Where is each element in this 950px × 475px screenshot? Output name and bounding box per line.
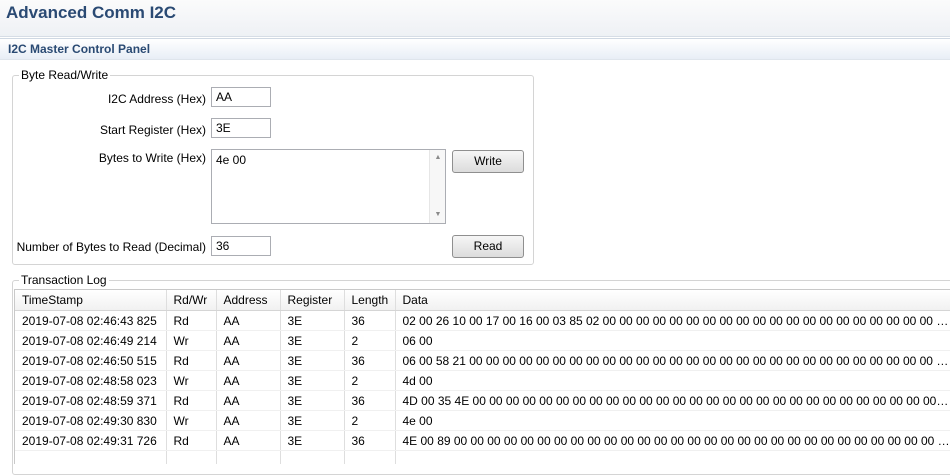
length-cell: 36 (344, 350, 396, 371)
timestamp-cell: 2019-07-08 02:48:58 023 (15, 370, 167, 391)
i2c-address-label: I2C Address (Hex) (107, 92, 206, 106)
data-cell: 4E 00 89 00 00 00 00 00 00 00 00 00 00 0… (395, 430, 950, 451)
app-title-bar: Advanced Comm I2C (0, 0, 950, 37)
register-cell: 3E (280, 370, 345, 391)
length-cell: 2 (344, 330, 396, 351)
address-cell: AA (216, 370, 281, 391)
register-cell: 3E (280, 430, 345, 451)
timestamp-cell: 2019-07-08 02:46:43 825 (15, 310, 167, 331)
register-cell: 3E (280, 310, 345, 331)
table-row[interactable]: 2019-07-08 02:48:59 371 Rd AA 3E 36 4D 0… (15, 390, 950, 411)
table-row[interactable]: 2019-07-08 02:49:30 830 Wr AA 3E 2 4e 00 (15, 410, 950, 431)
data-cell: 4D 00 35 4E 00 00 00 00 00 00 00 00 00 0… (395, 390, 950, 411)
length-cell: 36 (344, 390, 396, 411)
length-cell: 36 (344, 430, 396, 451)
panel-header: I2C Master Control Panel (0, 38, 950, 60)
data-cell: 06 00 58 21 00 00 00 00 00 00 00 00 00 0… (395, 350, 950, 371)
column-header-timestamp[interactable]: TimeStamp (15, 290, 167, 311)
length-cell: 2 (344, 370, 396, 391)
address-cell: AA (216, 390, 281, 411)
panel-title: I2C Master Control Panel (8, 42, 151, 56)
timestamp-cell: 2019-07-08 02:49:31 726 (15, 430, 167, 451)
data-cell: 4e 00 (395, 410, 950, 431)
register-cell: 3E (280, 330, 345, 351)
data-cell: 02 00 26 10 00 17 00 16 00 03 85 02 00 0… (395, 310, 950, 331)
data-cell: 4d 00 (395, 370, 950, 391)
rdwr-cell: Wr (166, 410, 217, 431)
length-cell: 36 (344, 310, 396, 331)
address-cell: AA (216, 350, 281, 371)
transaction-log-legend: Transaction Log (21, 273, 107, 287)
table-row[interactable]: 2019-07-08 02:46:49 214 Wr AA 3E 2 06 00 (15, 330, 950, 351)
column-header-register[interactable]: Register (280, 290, 345, 311)
length-cell: 2 (344, 410, 396, 431)
timestamp-cell: 2019-07-08 02:46:49 214 (15, 330, 167, 351)
table-row[interactable]: 2019-07-08 02:46:43 825 Rd AA 3E 36 02 0… (15, 310, 950, 331)
column-header-data[interactable]: Data (395, 290, 950, 311)
write-button[interactable]: Write (452, 150, 524, 173)
scroll-down-arrow-icon[interactable]: ▼ (430, 208, 446, 222)
bytes-to-read-label: Number of Bytes to Read (Decimal) (16, 240, 206, 254)
start-register-label: Start Register (Hex) (99, 123, 206, 137)
bytes-to-write-textarea[interactable]: 4e 00 (211, 149, 446, 224)
address-cell: AA (216, 310, 281, 331)
address-cell: AA (216, 430, 281, 451)
transaction-log-table: TimeStamp Rd/Wr Address Register Length … (15, 290, 950, 464)
byte-read-write-legend: Byte Read/Write (21, 68, 109, 82)
register-cell: 3E (280, 390, 345, 411)
transaction-log-table-container[interactable]: TimeStamp Rd/Wr Address Register Length … (14, 289, 950, 464)
scroll-up-arrow-icon[interactable]: ▲ (430, 151, 446, 165)
rdwr-cell: Wr (166, 370, 217, 391)
bytes-to-write-scrollbar[interactable]: ▲ ▼ (429, 150, 445, 223)
column-header-length[interactable]: Length (344, 290, 396, 311)
timestamp-cell: 2019-07-08 02:46:50 515 (15, 350, 167, 371)
address-cell: AA (216, 330, 281, 351)
address-cell: AA (216, 410, 281, 431)
rdwr-cell: Rd (166, 390, 217, 411)
table-row[interactable]: 2019-07-08 02:48:58 023 Wr AA 3E 2 4d 00 (15, 370, 950, 391)
i2c-address-input[interactable] (211, 87, 271, 107)
rdwr-cell: Rd (166, 310, 217, 331)
app-title: Advanced Comm I2C (6, 3, 177, 22)
bytes-to-write-label: Bytes to Write (Hex) (98, 151, 206, 165)
rdwr-cell: Rd (166, 430, 217, 451)
data-cell: 06 00 (395, 330, 950, 351)
read-button[interactable]: Read (452, 235, 524, 258)
table-row[interactable]: 2019-07-08 02:49:31 726 Rd AA 3E 36 4E 0… (15, 430, 950, 451)
register-cell: 3E (280, 350, 345, 371)
column-header-rdwr[interactable]: Rd/Wr (166, 290, 217, 311)
timestamp-cell: 2019-07-08 02:49:30 830 (15, 410, 167, 431)
rdwr-cell: Wr (166, 330, 217, 351)
start-register-input[interactable] (211, 118, 271, 138)
timestamp-cell: 2019-07-08 02:48:59 371 (15, 390, 167, 411)
rdwr-cell: Rd (166, 350, 217, 371)
register-cell: 3E (280, 410, 345, 431)
column-header-address[interactable]: Address (216, 290, 281, 311)
table-row[interactable]: 2019-07-08 02:46:50 515 Rd AA 3E 36 06 0… (15, 350, 950, 371)
table-header-row: TimeStamp Rd/Wr Address Register Length … (15, 290, 950, 311)
bytes-to-read-input[interactable] (211, 236, 271, 256)
table-row-empty (15, 450, 950, 464)
